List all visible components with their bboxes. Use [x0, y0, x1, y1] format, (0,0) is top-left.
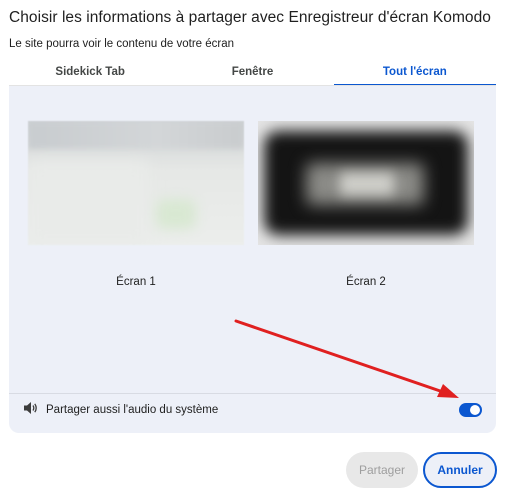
share-button[interactable]: Partager — [346, 452, 418, 488]
screen-picker-panel: Écran 1 Écran 2 — [9, 86, 496, 433]
speaker-icon — [23, 401, 39, 420]
audio-share-toggle[interactable] — [459, 403, 482, 417]
screen-1-label[interactable]: Écran 1 — [28, 276, 244, 288]
thumbnail-blur — [28, 161, 148, 245]
screen-share-dialog: Choisir les informations à partager avec… — [0, 0, 512, 499]
dialog-title: Choisir les informations à partager avec… — [9, 9, 491, 26]
tab-fenetre[interactable]: Fenêtre — [171, 58, 333, 86]
dialog-subtitle: Le site pourra voir le contenu de votre … — [9, 38, 235, 50]
screen-1-thumbnail[interactable] — [28, 121, 244, 245]
tab-bar: Sidekick Tab Fenêtre Tout l'écran — [9, 58, 497, 86]
audio-share-label: Partager aussi l'audio du système — [46, 404, 219, 416]
thumbnail-blur — [340, 173, 394, 195]
cancel-button[interactable]: Annuler — [423, 452, 497, 488]
thumbnail-blur — [28, 121, 244, 149]
screen-2-label[interactable]: Écran 2 — [258, 276, 474, 288]
screen-2-thumbnail[interactable] — [258, 121, 474, 245]
tab-tout-ecran[interactable]: Tout l'écran — [333, 58, 497, 86]
tab-sidekick-tab[interactable]: Sidekick Tab — [9, 58, 171, 86]
audio-divider — [9, 393, 496, 394]
audio-share-row: Partager aussi l'audio du système — [23, 401, 219, 420]
thumbnail-blur — [156, 199, 196, 229]
